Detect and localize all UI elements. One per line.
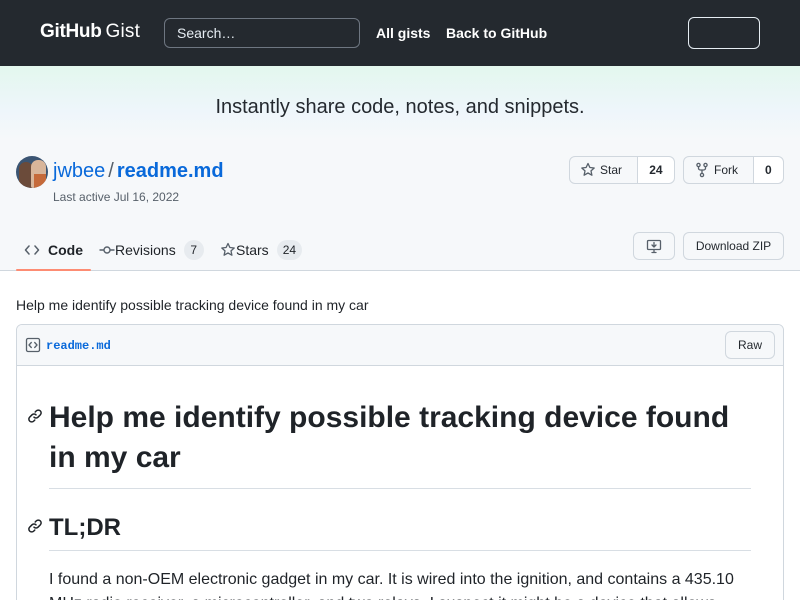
raw-button[interactable]: Raw	[725, 331, 775, 359]
tab-code-label: Code	[48, 242, 83, 258]
last-active: Last active Jul 16, 2022	[53, 190, 180, 204]
file-header: readme.md Raw	[17, 325, 783, 366]
back-to-github-link[interactable]: Back to GitHub	[446, 25, 547, 41]
star-icon	[581, 162, 595, 176]
search-input[interactable]	[164, 18, 360, 48]
tagline: Instantly share code, notes, and snippet…	[215, 96, 585, 118]
star-button[interactable]: Star	[570, 157, 637, 183]
code-icon	[24, 245, 40, 255]
logo-gist-text: Gist	[105, 21, 141, 42]
tab-stars[interactable]: Stars 24	[212, 230, 312, 270]
download-zip-button[interactable]: Download ZIP	[683, 232, 784, 260]
tab-code[interactable]: Code	[16, 230, 91, 271]
tab-revisions[interactable]: Revisions 7	[91, 230, 212, 270]
all-gists-link[interactable]: All gists	[376, 25, 430, 41]
link-icon[interactable]	[27, 408, 43, 424]
fork-label: Fork	[714, 163, 738, 177]
paragraph: I found a non-OEM electronic gadget in m…	[49, 571, 734, 600]
star-count[interactable]: 24	[636, 157, 674, 183]
gist-tabs: Code Revisions 7 Stars 24	[16, 230, 312, 271]
fork-button[interactable]: Fork	[684, 157, 753, 183]
fork-count[interactable]: 0	[752, 157, 783, 183]
file-name-link[interactable]: readme.md	[46, 339, 111, 353]
star-label: Star	[600, 163, 623, 177]
gist-title: jwbee / readme.md	[53, 160, 224, 183]
fork-icon	[696, 162, 708, 178]
site-header: GitHub Gist All gists Back to GitHub	[0, 0, 800, 66]
tab-revisions-label: Revisions	[115, 242, 176, 258]
fork-button-group: Fork 0	[683, 156, 784, 184]
revisions-count: 7	[183, 240, 204, 260]
avatar[interactable]	[16, 156, 48, 188]
sign-in-button[interactable]	[688, 17, 760, 49]
title-separator: /	[108, 160, 114, 182]
tagline-banner: Instantly share code, notes, and snippet…	[0, 66, 800, 140]
desktop-download-icon	[646, 239, 662, 254]
heading-1: Help me identify possible tracking devic…	[49, 398, 751, 489]
link-icon[interactable]	[27, 518, 43, 534]
tab-stars-label: Stars	[236, 242, 269, 258]
file-code-icon	[25, 337, 41, 353]
stars-count: 24	[276, 240, 303, 260]
gist-filename-link[interactable]: readme.md	[117, 160, 224, 182]
gist-description: Help me identify possible tracking devic…	[16, 297, 369, 313]
open-desktop-button[interactable]	[633, 232, 675, 260]
file-box: readme.md Raw Help me identify possible …	[16, 324, 784, 600]
heading-2: TL;DR	[49, 512, 751, 551]
star-icon	[221, 242, 235, 256]
logo-github-text: GitHub	[40, 21, 102, 42]
star-button-group: Star 24	[569, 156, 675, 184]
commit-icon	[99, 246, 115, 254]
github-gist-logo[interactable]: GitHub Gist	[40, 21, 140, 45]
owner-link[interactable]: jwbee	[53, 160, 105, 182]
gist-header: jwbee / readme.md Last active Jul 16, 2022…	[0, 140, 800, 271]
